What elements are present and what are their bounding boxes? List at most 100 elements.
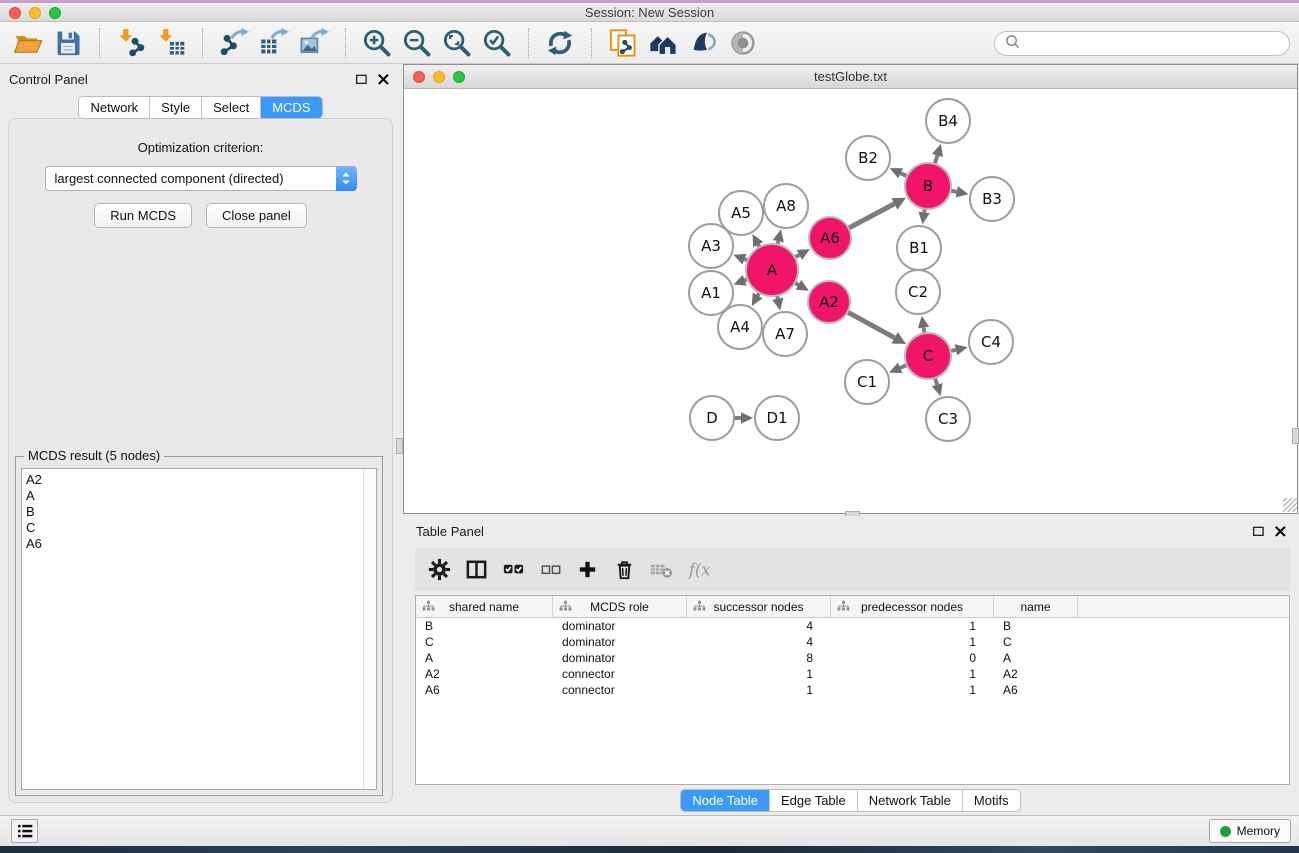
table-cell[interactable]: 0	[831, 650, 994, 666]
split-divider-handle[interactable]	[396, 438, 403, 454]
table-cell[interactable]: A2	[416, 666, 553, 682]
run-mcds-button[interactable]: Run MCDS	[94, 203, 192, 228]
split-divider-handle[interactable]	[1292, 428, 1299, 444]
graph-node-A6[interactable]: A6	[809, 217, 851, 259]
tab-network[interactable]: Network	[79, 97, 150, 118]
graph-node-C3[interactable]: C3	[926, 397, 970, 441]
task-history-button[interactable]	[11, 819, 38, 843]
graph-node-B3[interactable]: B3	[970, 177, 1014, 221]
column-header-successor-nodes[interactable]: successor nodes	[687, 596, 831, 617]
table-row[interactable]: A6connector11A6	[416, 682, 1289, 698]
zoom-window-button[interactable]	[49, 7, 61, 19]
graph-node-A7[interactable]: A7	[763, 312, 807, 356]
export-image-icon[interactable]	[297, 27, 331, 59]
column-header-predecessor-nodes[interactable]: predecessor nodes	[831, 596, 994, 617]
table-cell[interactable]: connector	[553, 682, 687, 698]
save-session-icon[interactable]	[51, 27, 85, 59]
mcds-result-item[interactable]: C	[26, 520, 363, 536]
graph-node-C2[interactable]: C2	[896, 270, 940, 314]
table-cell[interactable]: dominator	[553, 634, 687, 650]
criterion-select[interactable]: largest connected component (directed)	[45, 166, 357, 191]
table-row[interactable]: A2connector11A2	[416, 666, 1289, 682]
refresh-view-icon[interactable]	[543, 27, 577, 59]
table-cell[interactable]: A2	[994, 666, 1078, 682]
open-session-icon[interactable]	[11, 27, 45, 59]
graph-node-D[interactable]: D	[690, 396, 734, 440]
close-panel-button[interactable]: Close panel	[206, 203, 307, 228]
float-panel-icon[interactable]	[352, 70, 370, 88]
table-row[interactable]: Bdominator41B	[416, 618, 1289, 634]
tab-style[interactable]: Style	[150, 97, 202, 118]
minimize-window-button[interactable]	[29, 7, 41, 19]
graph-node-C4[interactable]: C4	[969, 320, 1013, 364]
network-canvas[interactable]: B4B2BB3A8A5A6A3B1AA1C2A2A4A7C4CC1C3DD1	[404, 89, 1297, 512]
table-cell[interactable]: dominator	[553, 618, 687, 634]
select-all-columns-icon[interactable]	[501, 557, 526, 582]
float-panel-icon[interactable]	[1249, 522, 1267, 540]
mcds-result-item[interactable]: A2	[26, 472, 363, 488]
graph-edge-A6-B[interactable]	[846, 198, 906, 230]
tab-node-table[interactable]: Node Table	[681, 790, 770, 811]
show-graphics-details-icon[interactable]	[726, 27, 760, 59]
add-column-icon[interactable]	[575, 557, 600, 582]
table-cell[interactable]: A6	[416, 682, 553, 698]
table-cell[interactable]: dominator	[553, 650, 687, 666]
split-view-icon[interactable]	[464, 557, 489, 582]
graph-node-A2[interactable]: A2	[808, 281, 850, 323]
minimize-view-button[interactable]	[433, 71, 445, 83]
table-cell[interactable]: C	[994, 634, 1078, 650]
settings-icon[interactable]	[427, 557, 452, 582]
table-cell[interactable]: C	[416, 634, 553, 650]
graph-node-A8[interactable]: A8	[764, 184, 808, 228]
select-stepper-icon[interactable]	[336, 166, 357, 191]
export-table-icon[interactable]	[257, 27, 291, 59]
export-network-icon[interactable]	[217, 27, 251, 59]
graph-node-B2[interactable]: B2	[846, 136, 890, 180]
zoom-out-icon[interactable]	[400, 27, 434, 59]
network-from-selection-icon[interactable]	[606, 27, 640, 59]
zoom-view-button[interactable]	[453, 71, 465, 83]
zoom-fit-icon[interactable]	[440, 27, 474, 59]
mcds-result-item[interactable]: A	[26, 488, 363, 504]
column-header-name[interactable]: name	[994, 596, 1078, 617]
result-list-scrollbar[interactable]	[363, 469, 376, 789]
table-cell[interactable]: A	[994, 650, 1078, 666]
table-cell[interactable]: 1	[831, 618, 994, 634]
close-window-button[interactable]	[9, 7, 21, 19]
resize-grip[interactable]	[1283, 498, 1297, 512]
table-cell[interactable]: 8	[687, 650, 831, 666]
column-header-shared-name[interactable]: shared name	[416, 596, 553, 617]
table-cell[interactable]: 4	[687, 634, 831, 650]
home-icon[interactable]	[646, 27, 680, 59]
graph-node-B4[interactable]: B4	[926, 99, 970, 143]
search-input[interactable]	[1021, 34, 1289, 54]
graph-edge-A2-C[interactable]	[845, 311, 906, 344]
graph-node-A4[interactable]: A4	[718, 305, 762, 349]
tab-select[interactable]: Select	[202, 97, 261, 118]
graph-node-C[interactable]: C	[905, 333, 951, 379]
zoom-selected-icon[interactable]	[480, 27, 514, 59]
network-graph[interactable]: B4B2BB3A8A5A6A3B1AA1C2A2A4A7C4CC1C3DD1	[404, 89, 1297, 512]
tab-network-table[interactable]: Network Table	[858, 790, 963, 811]
table-cell[interactable]: A	[416, 650, 553, 666]
column-header-MCDS-role[interactable]: MCDS role	[553, 596, 687, 617]
style-toggle-icon[interactable]	[686, 27, 720, 59]
graph-node-A3[interactable]: A3	[689, 224, 733, 268]
table-cell[interactable]: 1	[687, 666, 831, 682]
search-field[interactable]	[994, 31, 1290, 56]
tab-motifs[interactable]: Motifs	[963, 790, 1020, 811]
table-row[interactable]: Cdominator41C	[416, 634, 1289, 650]
delete-table-icon[interactable]	[649, 557, 674, 582]
memory-button[interactable]: Memory	[1209, 819, 1291, 843]
tab-edge-table[interactable]: Edge Table	[770, 790, 858, 811]
graph-node-C1[interactable]: C1	[845, 360, 889, 404]
close-panel-icon[interactable]	[374, 70, 392, 88]
table-cell[interactable]: A6	[994, 682, 1078, 698]
graph-node-B1[interactable]: B1	[897, 226, 941, 270]
graph-node-B[interactable]: B	[905, 163, 951, 209]
import-network-icon[interactable]	[114, 27, 148, 59]
graph-node-A[interactable]: A	[746, 244, 798, 296]
unselect-all-columns-icon[interactable]	[538, 557, 563, 582]
table-cell[interactable]: 1	[687, 682, 831, 698]
table-row[interactable]: Adominator80A	[416, 650, 1289, 666]
